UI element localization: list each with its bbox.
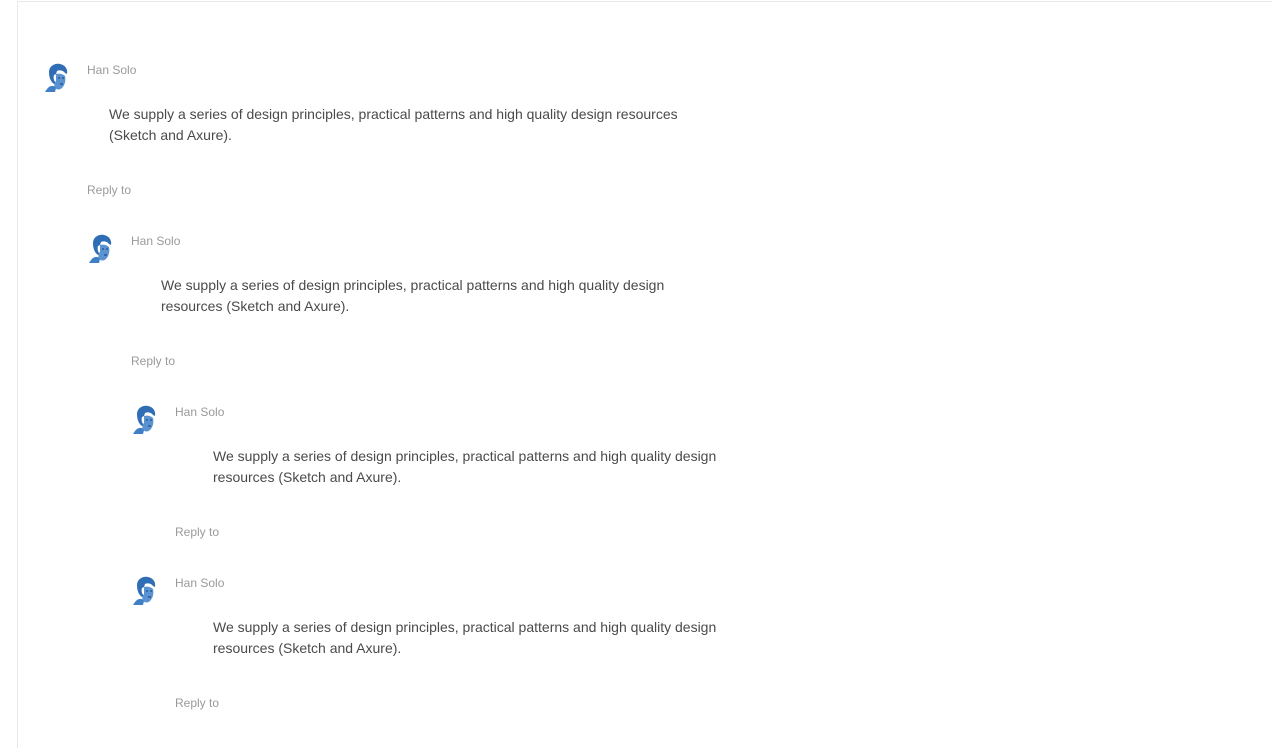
comment-content: We supply a series of design principles,… bbox=[213, 619, 717, 656]
avatar-icon bbox=[133, 576, 156, 605]
reply-to-link[interactable]: Reply to bbox=[131, 354, 175, 368]
comment-content: We supply a series of design principles,… bbox=[109, 106, 678, 143]
reply-to-link[interactable]: Reply to bbox=[175, 696, 219, 710]
comment-author: Han Solo bbox=[131, 234, 181, 248]
avatar[interactable] bbox=[133, 405, 157, 434]
avatar-icon bbox=[45, 63, 68, 92]
avatar[interactable] bbox=[45, 63, 69, 92]
comment-content: We supply a series of design principles,… bbox=[161, 277, 665, 314]
avatar-icon bbox=[133, 405, 156, 434]
comment-author: Han Solo bbox=[175, 405, 225, 419]
avatar[interactable] bbox=[89, 234, 113, 263]
reply-to-link[interactable]: Reply to bbox=[175, 525, 219, 539]
comment-content: We supply a series of design principles,… bbox=[213, 448, 717, 485]
reply-to-link[interactable]: Reply to bbox=[87, 183, 131, 197]
avatar[interactable] bbox=[133, 576, 157, 605]
comment-author: Han Solo bbox=[87, 63, 137, 77]
comment-author: Han Solo bbox=[175, 576, 225, 590]
avatar-icon bbox=[89, 234, 112, 263]
